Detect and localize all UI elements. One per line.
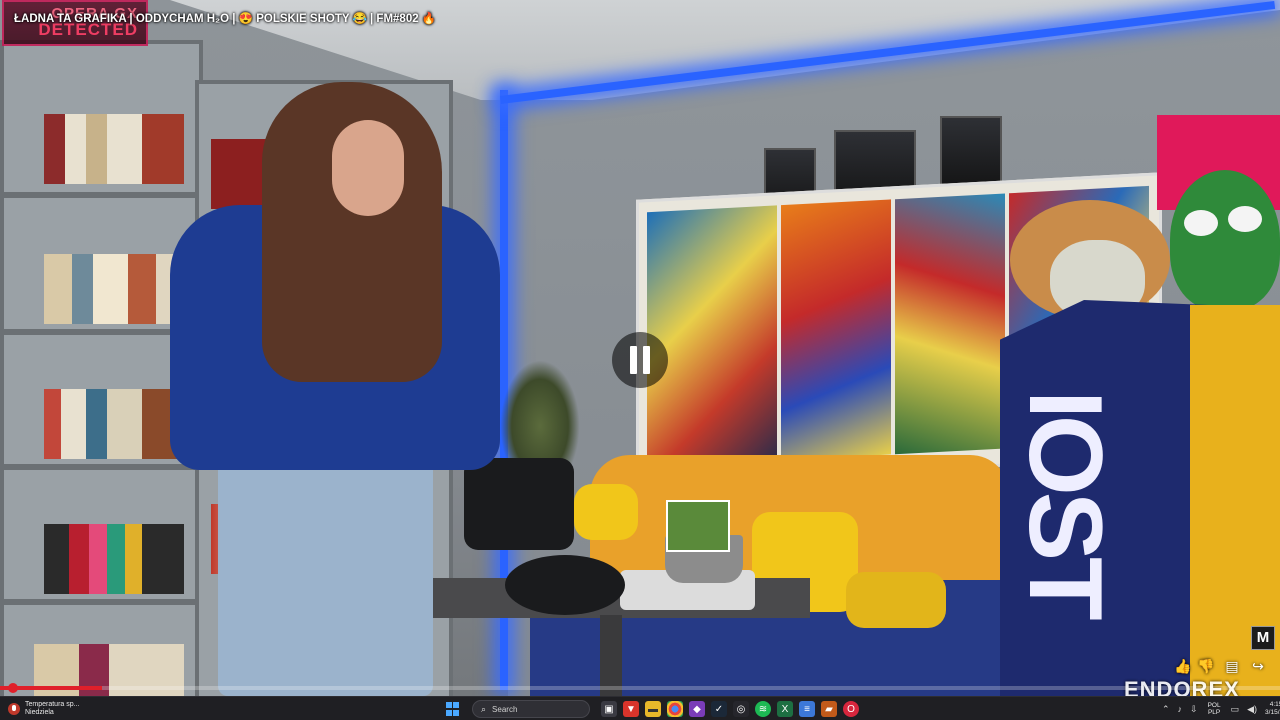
steam-icon[interactable]: ✓ — [711, 701, 727, 717]
clock-date: 3/15/2026 — [1265, 709, 1280, 716]
food-box — [666, 500, 730, 552]
volume-icon[interactable]: ◀) — [1247, 704, 1257, 715]
person-face — [332, 120, 404, 216]
chat-icon[interactable]: ▤ — [1222, 656, 1242, 676]
table-leg — [600, 615, 622, 696]
excel-icon[interactable]: X — [777, 701, 793, 717]
scarf-text: IOST — [1007, 390, 1123, 617]
file-explorer-icon[interactable]: ▬ — [645, 701, 661, 717]
pause-icon — [630, 346, 637, 374]
frog-plush — [1170, 170, 1280, 310]
brave-browser-icon[interactable]: ▼ — [623, 701, 639, 717]
progress-bar[interactable] — [0, 686, 1280, 690]
stream-title: ŁADNA TA GRAFIKA | ODDYCHAM H₂O | 😍 POLS… — [14, 13, 437, 25]
chrome-icon[interactable] — [667, 701, 683, 717]
taskbar-search[interactable]: ⌕ Search — [472, 700, 590, 718]
obs-icon[interactable]: ◎ — [733, 701, 749, 717]
language-code: POL — [1207, 702, 1221, 709]
spotify-icon[interactable]: ≋ — [755, 701, 771, 717]
person-legs — [218, 455, 433, 696]
pillow-1 — [574, 484, 638, 540]
weather-title: Temperatura sp... — [25, 701, 80, 708]
media-app-icon[interactable]: ▰ — [821, 701, 837, 717]
taskbar-center: ⌕ Search ▣ ▼ ▬ ◆ ✓ ◎ ≋ X ≡ ▰ O — [444, 700, 862, 718]
pause-icon-bar — [643, 346, 650, 374]
opera-gx-icon[interactable]: O — [843, 701, 859, 717]
channel-logo-badge[interactable]: M — [1251, 626, 1275, 650]
thumbs-up-icon[interactable]: 👍 — [1173, 656, 1193, 676]
pillow-3 — [846, 572, 946, 628]
monitor-icon[interactable]: ▭ — [1231, 704, 1240, 715]
download-icon[interactable]: ⇩ — [1190, 704, 1198, 715]
clock[interactable]: 4:15 PM 3/15/2026 — [1265, 701, 1280, 717]
weather-subtitle: Niedziela — [25, 709, 54, 716]
search-icon: ⌕ — [481, 703, 487, 714]
taskbar: Temperatura sp... Niedziela ⌕ Search ▣ ▼… — [0, 696, 1280, 720]
pause-button[interactable] — [612, 332, 668, 388]
weather-widget[interactable]: Temperatura sp... Niedziela — [8, 700, 79, 718]
frying-pan — [505, 555, 625, 615]
chevron-up-icon[interactable]: ⌃ — [1162, 704, 1170, 715]
clock-time: 4:15 PM — [1269, 701, 1280, 708]
start-button[interactable] — [446, 702, 460, 716]
system-tray: ⌃ ♪ ⇩ POL PLP ▭ ◀) 4:15 PM 3/15/2026 🔔 — [1158, 699, 1280, 719]
thumbs-down-icon[interactable]: 👎 — [1196, 656, 1216, 676]
share-icon[interactable]: ↪ — [1248, 656, 1268, 676]
screen: IOST OPERA GX DETECTED ŁADNA TA GRAFIKA … — [0, 0, 1280, 720]
microphone-icon[interactable]: ♪ — [1178, 704, 1183, 714]
search-label: Search — [492, 704, 518, 714]
keyboard-layout: PLP — [1207, 709, 1221, 716]
air-fryer — [464, 458, 574, 550]
task-view-icon[interactable]: ▣ — [601, 701, 617, 717]
progress-handle[interactable] — [8, 683, 18, 693]
chat-app-icon[interactable]: ◆ — [689, 701, 705, 717]
alert-icon — [8, 703, 20, 715]
document-icon[interactable]: ≡ — [799, 701, 815, 717]
plant — [500, 360, 580, 470]
language-indicator[interactable]: POL PLP — [1208, 702, 1221, 716]
